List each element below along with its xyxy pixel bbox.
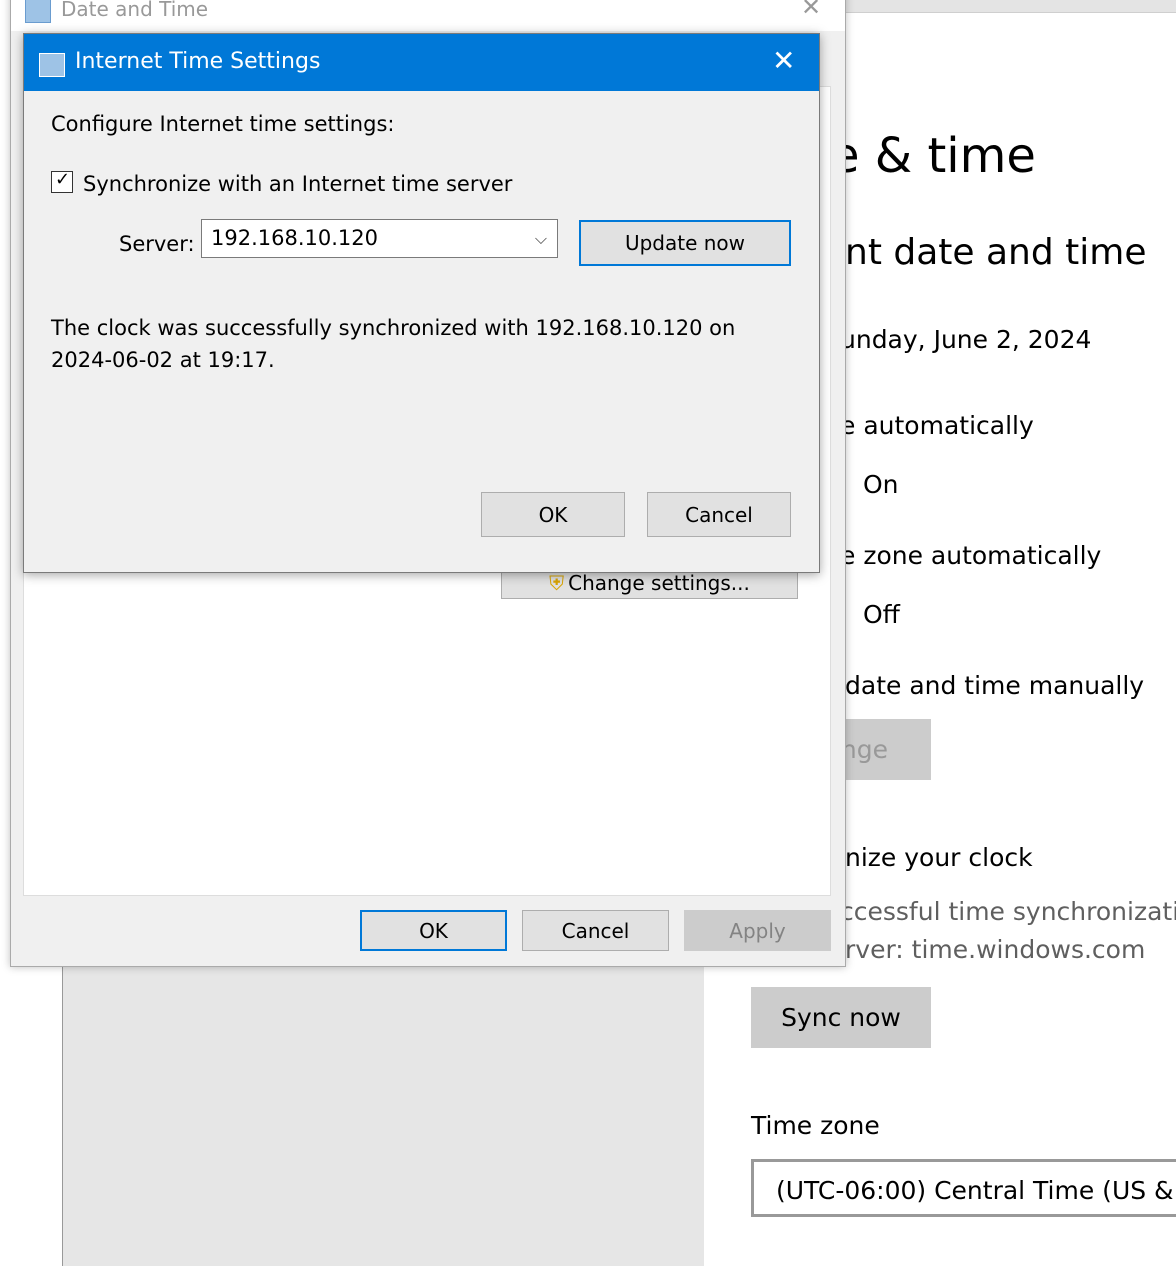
sync-status-line-1: The clock was successfully synchronized … — [51, 316, 736, 340]
time-zone-label: Time zone — [751, 1111, 880, 1140]
time-server-text: rver: time.windows.com — [845, 935, 1146, 964]
sync-status-line-2: 2024-06-02 at 19:17. — [51, 348, 275, 372]
server-value: 192.168.10.120 — [211, 226, 378, 250]
server-combobox[interactable]: 192.168.10.120 ⌵ — [201, 219, 558, 258]
change-button-label: nge — [840, 735, 888, 764]
date-and-time-title-bar: Date and Time ✕ — [11, 0, 845, 31]
update-now-label: Update now — [624, 231, 746, 255]
update-now-button[interactable]: Update now — [579, 220, 791, 266]
sync-now-label: Sync now — [781, 1003, 901, 1032]
time-zone-select[interactable]: (UTC-06:00) Central Time (US & C — [751, 1159, 1176, 1217]
set-time-auto-toggle-state[interactable]: On — [863, 470, 899, 499]
calendar-icon — [25, 0, 51, 23]
ok-label: OK — [419, 918, 448, 943]
ok-label: OK — [538, 502, 568, 527]
checkmark-icon: ✓ — [55, 169, 71, 190]
current-date-time-heading: nt date and time — [845, 232, 1147, 273]
internet-time-settings-dialog: Internet Time Settings ✕ Configure Inter… — [23, 33, 820, 573]
apply-button[interactable]: Apply — [684, 910, 831, 951]
sync-checkbox[interactable]: ✓ — [51, 169, 73, 193]
cancel-label: Cancel — [685, 502, 753, 527]
manual-date-time-label: date and time manually — [845, 671, 1145, 700]
sync-clock-heading: nize your clock — [845, 843, 1033, 872]
uac-shield-icon: ⛨ — [549, 570, 565, 595]
ok-button[interactable]: OK — [481, 492, 625, 537]
ok-button[interactable]: OK — [360, 910, 507, 951]
configure-intro: Configure Internet time settings: — [51, 112, 395, 136]
internet-time-title-bar: Internet Time Settings ✕ — [24, 34, 819, 91]
server-label: Server: — [119, 232, 195, 256]
internet-time-title: Internet Time Settings — [75, 49, 321, 74]
cancel-button[interactable]: Cancel — [647, 492, 791, 537]
set-timezone-auto-label: e zone automatically — [840, 541, 1102, 570]
cancel-label: Cancel — [561, 918, 630, 943]
set-timezone-auto-toggle-state[interactable]: Off — [863, 600, 900, 629]
calendar-clock-icon — [39, 53, 65, 77]
control-panel-background — [62, 960, 704, 1266]
sync-checkbox-label[interactable]: Synchronize with an Internet time server — [83, 172, 512, 196]
close-icon[interactable]: ✕ — [801, 0, 821, 21]
change-settings-label: Change settings... — [568, 570, 750, 595]
apply-label: Apply — [729, 918, 786, 943]
current-date: unday, June 2, 2024 — [840, 325, 1092, 354]
chevron-down-icon[interactable]: ⌵ — [535, 220, 547, 257]
date-and-time-title: Date and Time — [61, 0, 209, 21]
cancel-button[interactable]: Cancel — [522, 910, 669, 951]
last-sync-text: ccessful time synchronizatio — [840, 897, 1176, 926]
close-icon[interactable]: ✕ — [772, 44, 795, 77]
sync-now-button[interactable]: Sync now — [751, 987, 931, 1048]
set-time-auto-label: e automatically — [840, 411, 1034, 440]
background-window-strip — [845, 0, 1176, 13]
settings-page-title: e & time — [830, 128, 1036, 184]
